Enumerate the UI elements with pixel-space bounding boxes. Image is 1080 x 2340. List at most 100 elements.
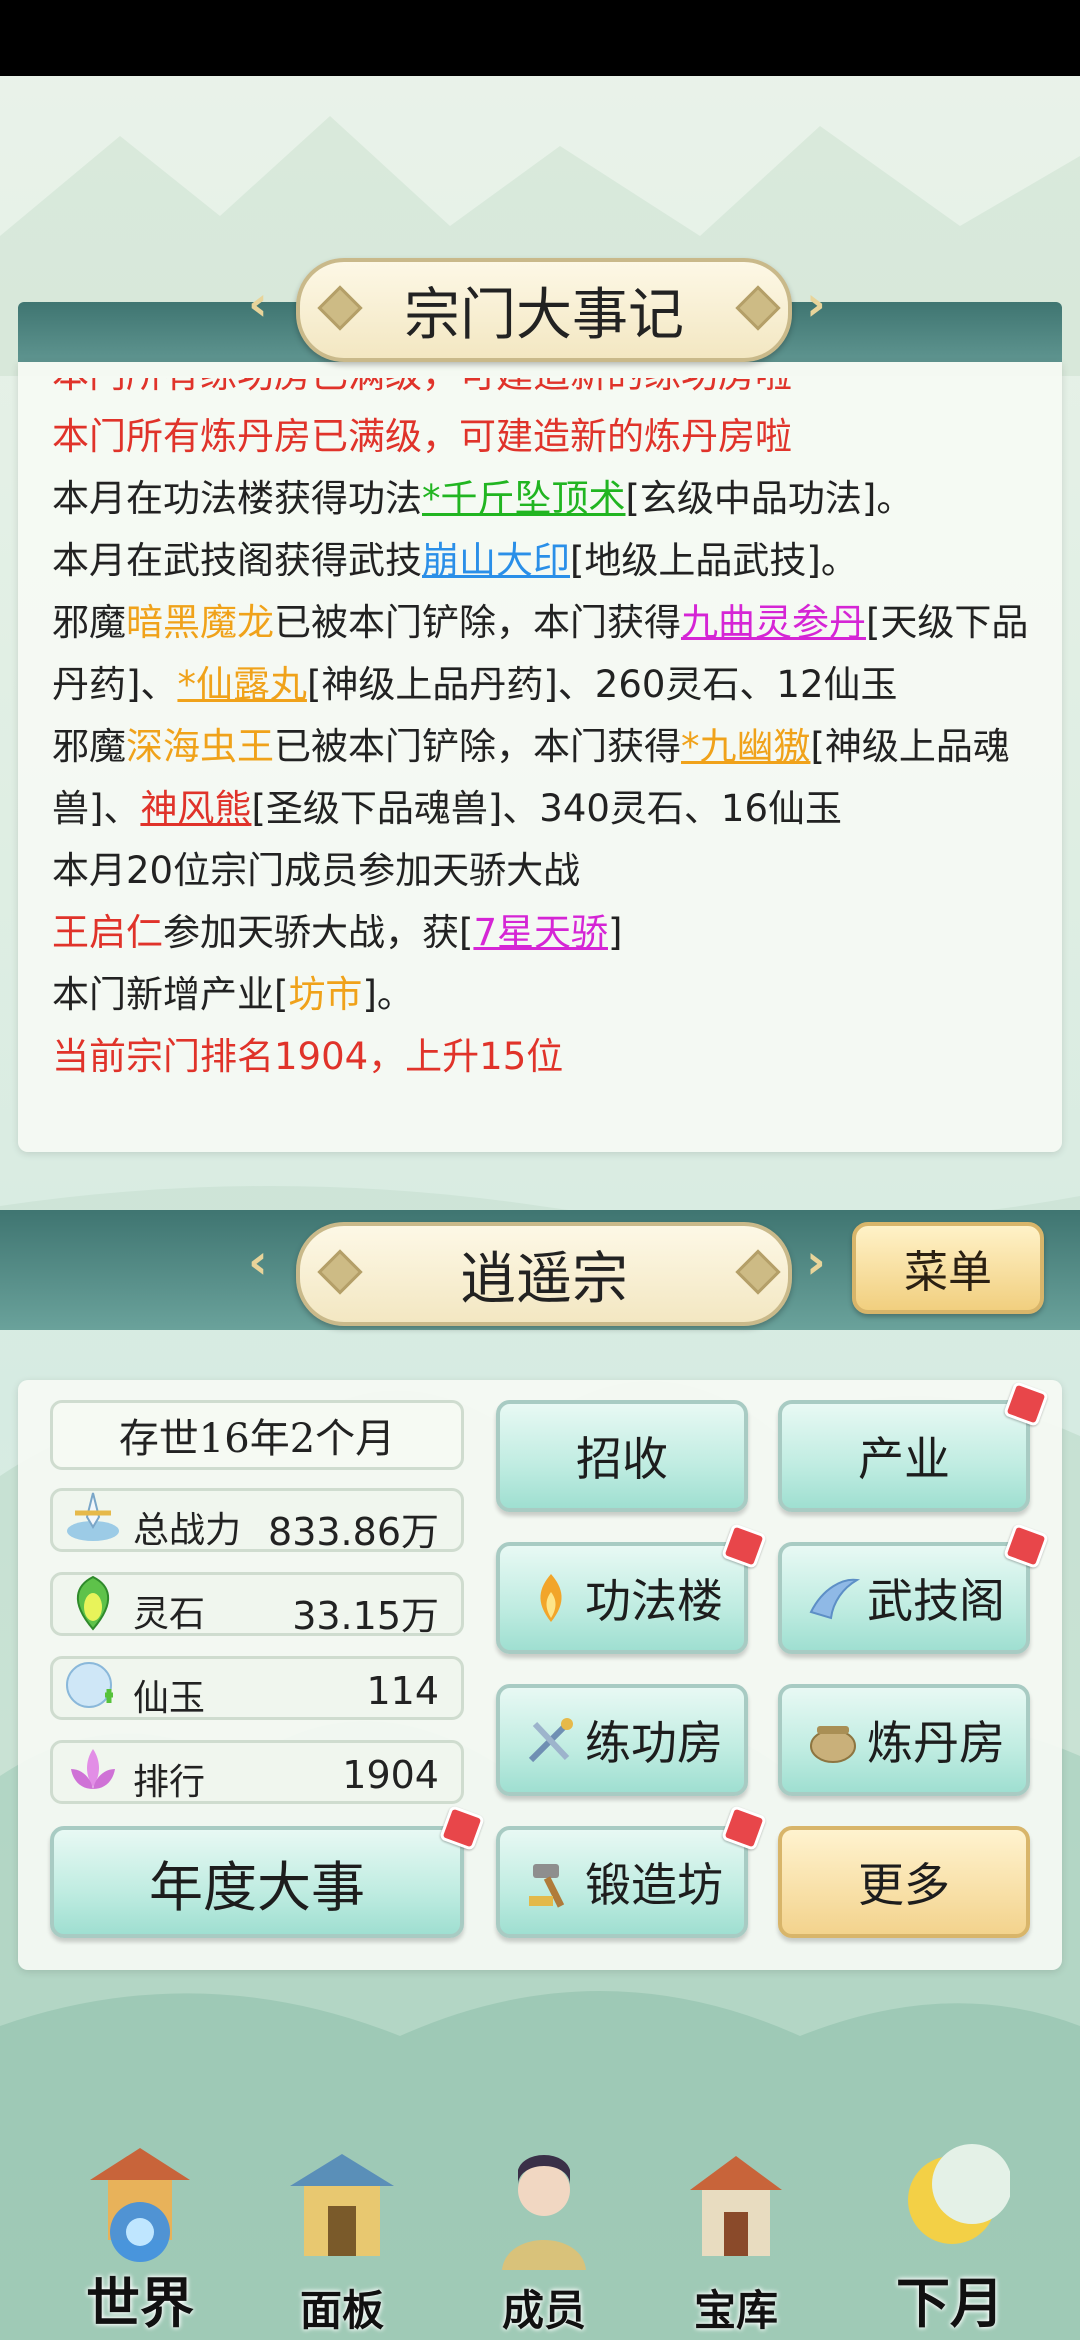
log-text: [神级上品丹药]、260灵石、12仙玉 [306, 663, 898, 706]
chevron-left-icon[interactable]: ‹ [248, 1234, 268, 1290]
recruit-button[interactable]: 招收 [496, 1400, 748, 1512]
industry-label: 产业 [858, 1432, 950, 1486]
chronicle-log[interactable]: 本门所有练功房已满级，可建造新的练功房啦 本门所有炼丹房已满级，可建造新的炼丹房… [52, 378, 1042, 1138]
nav-panel[interactable]: 面板 [252, 2140, 432, 2340]
log-text: 已被本门铲除，本门获得 [274, 725, 681, 768]
martial-pavilion-label: 武技阁 [867, 1574, 1005, 1628]
log-line: 本门新增产业[坊市]。 [52, 964, 1042, 1026]
stat-value: 833.86万 [268, 1510, 439, 1554]
cauldron-icon [810, 1726, 856, 1763]
nav-next-month[interactable]: 下月 [860, 2140, 1040, 2340]
member-portrait-icon [502, 2155, 586, 2270]
log-text: [玄级中品功法]。 [625, 477, 914, 520]
log-text: 邪魔 [52, 601, 126, 644]
rank-link[interactable]: 7星天骄 [473, 911, 608, 954]
nav-members[interactable]: 成员 [454, 2140, 634, 2340]
lotus-rank-icon [71, 1749, 115, 1789]
item-link[interactable]: *仙露丸 [177, 663, 307, 706]
nav-world[interactable]: 世界 [50, 2140, 230, 2340]
sword-power-icon [67, 1492, 119, 1541]
skill-tower-label: 功法楼 [585, 1574, 723, 1628]
chronicle-title-text: 宗门大事记 [404, 282, 684, 348]
log-text: 本月在武技阁获得武技 [52, 539, 422, 582]
flame-scroll-icon [540, 1574, 562, 1622]
annual-events-button[interactable]: 年度大事 [50, 1826, 464, 1938]
sect-age: 存世16年2个月 [50, 1400, 464, 1470]
item-link[interactable]: 崩山大印 [422, 539, 570, 582]
bottom-nav: 世界 面板 成员 宝库 下月 [0, 2140, 1080, 2340]
chronicle-title: 宗门大事记 [296, 258, 792, 362]
stat-jade: 仙玉 114 [50, 1656, 464, 1720]
log-text: 邪魔 [52, 725, 126, 768]
sect-name-plaque: 逍遥宗 [296, 1222, 792, 1326]
stat-value: 33.15万 [292, 1594, 439, 1638]
recruit-label: 招收 [576, 1432, 668, 1486]
log-line: 本月20位宗门成员参加天骄大战 [52, 849, 581, 892]
stat-spirit-stone: 灵石 33.15万 [50, 1572, 464, 1638]
stat-total-power: 总战力 833.86万 [50, 1488, 464, 1554]
nav-panel-label: 面板 [299, 2286, 384, 2335]
item-link[interactable]: *九幽獓 [681, 725, 811, 768]
industry-button[interactable]: 产业 [778, 1400, 1030, 1512]
alchemy-room-label: 炼丹房 [867, 1716, 1005, 1770]
log-line: 邪魔深海虫王已被本门铲除，本门获得*九幽獓[神级上品魂兽]、神风熊[圣级下品魂兽… [52, 716, 1042, 840]
more-label: 更多 [858, 1858, 950, 1912]
nav-treasury[interactable]: 宝库 [646, 2140, 826, 2340]
forge-button[interactable]: 锻造坊 [496, 1826, 748, 1938]
log-line: 本门所有练功房已满级，可建造新的练功房啦 [52, 378, 1042, 406]
alchemy-room-button[interactable]: 炼丹房 [778, 1684, 1030, 1796]
chevron-right-icon: › [806, 276, 826, 332]
panel-temple-icon [290, 2154, 394, 2256]
stat-value: 1904 [342, 1753, 439, 1797]
stat-label: 灵石 [133, 1594, 206, 1635]
log-text: 本月在功法楼获得功法 [52, 477, 422, 520]
skill-tower-button[interactable]: 功法楼 [496, 1542, 748, 1654]
log-text: ] [607, 911, 623, 954]
log-line: 本月在功法楼获得功法*千斤坠顶术[玄级中品功法]。 [52, 468, 1042, 530]
more-button[interactable]: 更多 [778, 1826, 1030, 1938]
member-name[interactable]: 王启仁 [52, 911, 163, 954]
menu-button[interactable]: 菜单 [852, 1222, 1044, 1314]
log-text: 已被本门铲除，本门获得 [274, 601, 681, 644]
training-room-button[interactable]: 练功房 [496, 1684, 748, 1796]
stat-label: 仙玉 [133, 1678, 206, 1719]
sect-name: 逍遥宗 [460, 1246, 628, 1312]
hammer-icon [529, 1864, 565, 1908]
martial-pavilion-button[interactable]: 武技阁 [778, 1542, 1030, 1654]
log-line: 邪魔暗黑魔龙已被本门铲除，本门获得九曲灵参丹[天级下品丹药]、*仙露丸[神级上品… [52, 592, 1042, 716]
log-text: 本门新增产业[ [52, 973, 289, 1016]
training-room-label: 练功房 [585, 1716, 723, 1770]
log-text: [地级上品武技]。 [570, 539, 858, 582]
forge-label: 锻造坊 [585, 1858, 723, 1912]
treasury-hall-icon [690, 2156, 782, 2256]
chevron-right-icon[interactable]: › [806, 1234, 826, 1290]
crossed-blades-icon [528, 1718, 573, 1763]
log-line: 当前宗门排名1904，上升15位 [52, 1035, 564, 1078]
log-text: ]。 [362, 973, 414, 1016]
log-line: 王启仁参加天骄大战，获[7星天骄] [52, 902, 1042, 964]
chevron-left-icon: ‹ [248, 276, 268, 332]
log-text: [圣级下品魂兽]、340灵石、16仙玉 [251, 787, 843, 830]
demon-name: 暗黑魔龙 [126, 601, 274, 644]
item-link[interactable]: 九曲灵参丹 [681, 601, 866, 644]
log-line: 本门所有炼丹房已满级，可建造新的炼丹房啦 [52, 415, 792, 458]
jade-icon [66, 1662, 113, 1708]
item-link[interactable]: 神风熊 [140, 787, 251, 830]
nav-world-label: 世界 [86, 2271, 194, 2335]
stat-value: 114 [366, 1669, 439, 1713]
demon-name: 深海虫王 [126, 725, 274, 768]
log-line: 本月在武技阁获得武技崩山大印[地级上品武技]。 [52, 530, 1042, 592]
annual-events-label: 年度大事 [149, 1855, 365, 1919]
status-bar [0, 0, 1080, 76]
log-text: 参加天骄大战，获[ [163, 911, 474, 954]
item-link[interactable]: *千斤坠顶术 [422, 477, 626, 520]
nav-next-month-label: 下月 [896, 2271, 1004, 2335]
industry-name: 坊市 [288, 973, 363, 1016]
spirit-stone-icon [76, 1575, 110, 1631]
wind-blade-icon [809, 1578, 861, 1620]
stat-rank: 排行 1904 [50, 1740, 464, 1804]
stat-label: 总战力 [133, 1510, 242, 1551]
nav-members-label: 成员 [501, 2286, 586, 2335]
stat-label: 排行 [133, 1762, 206, 1803]
nav-treasury-label: 宝库 [693, 2286, 778, 2335]
